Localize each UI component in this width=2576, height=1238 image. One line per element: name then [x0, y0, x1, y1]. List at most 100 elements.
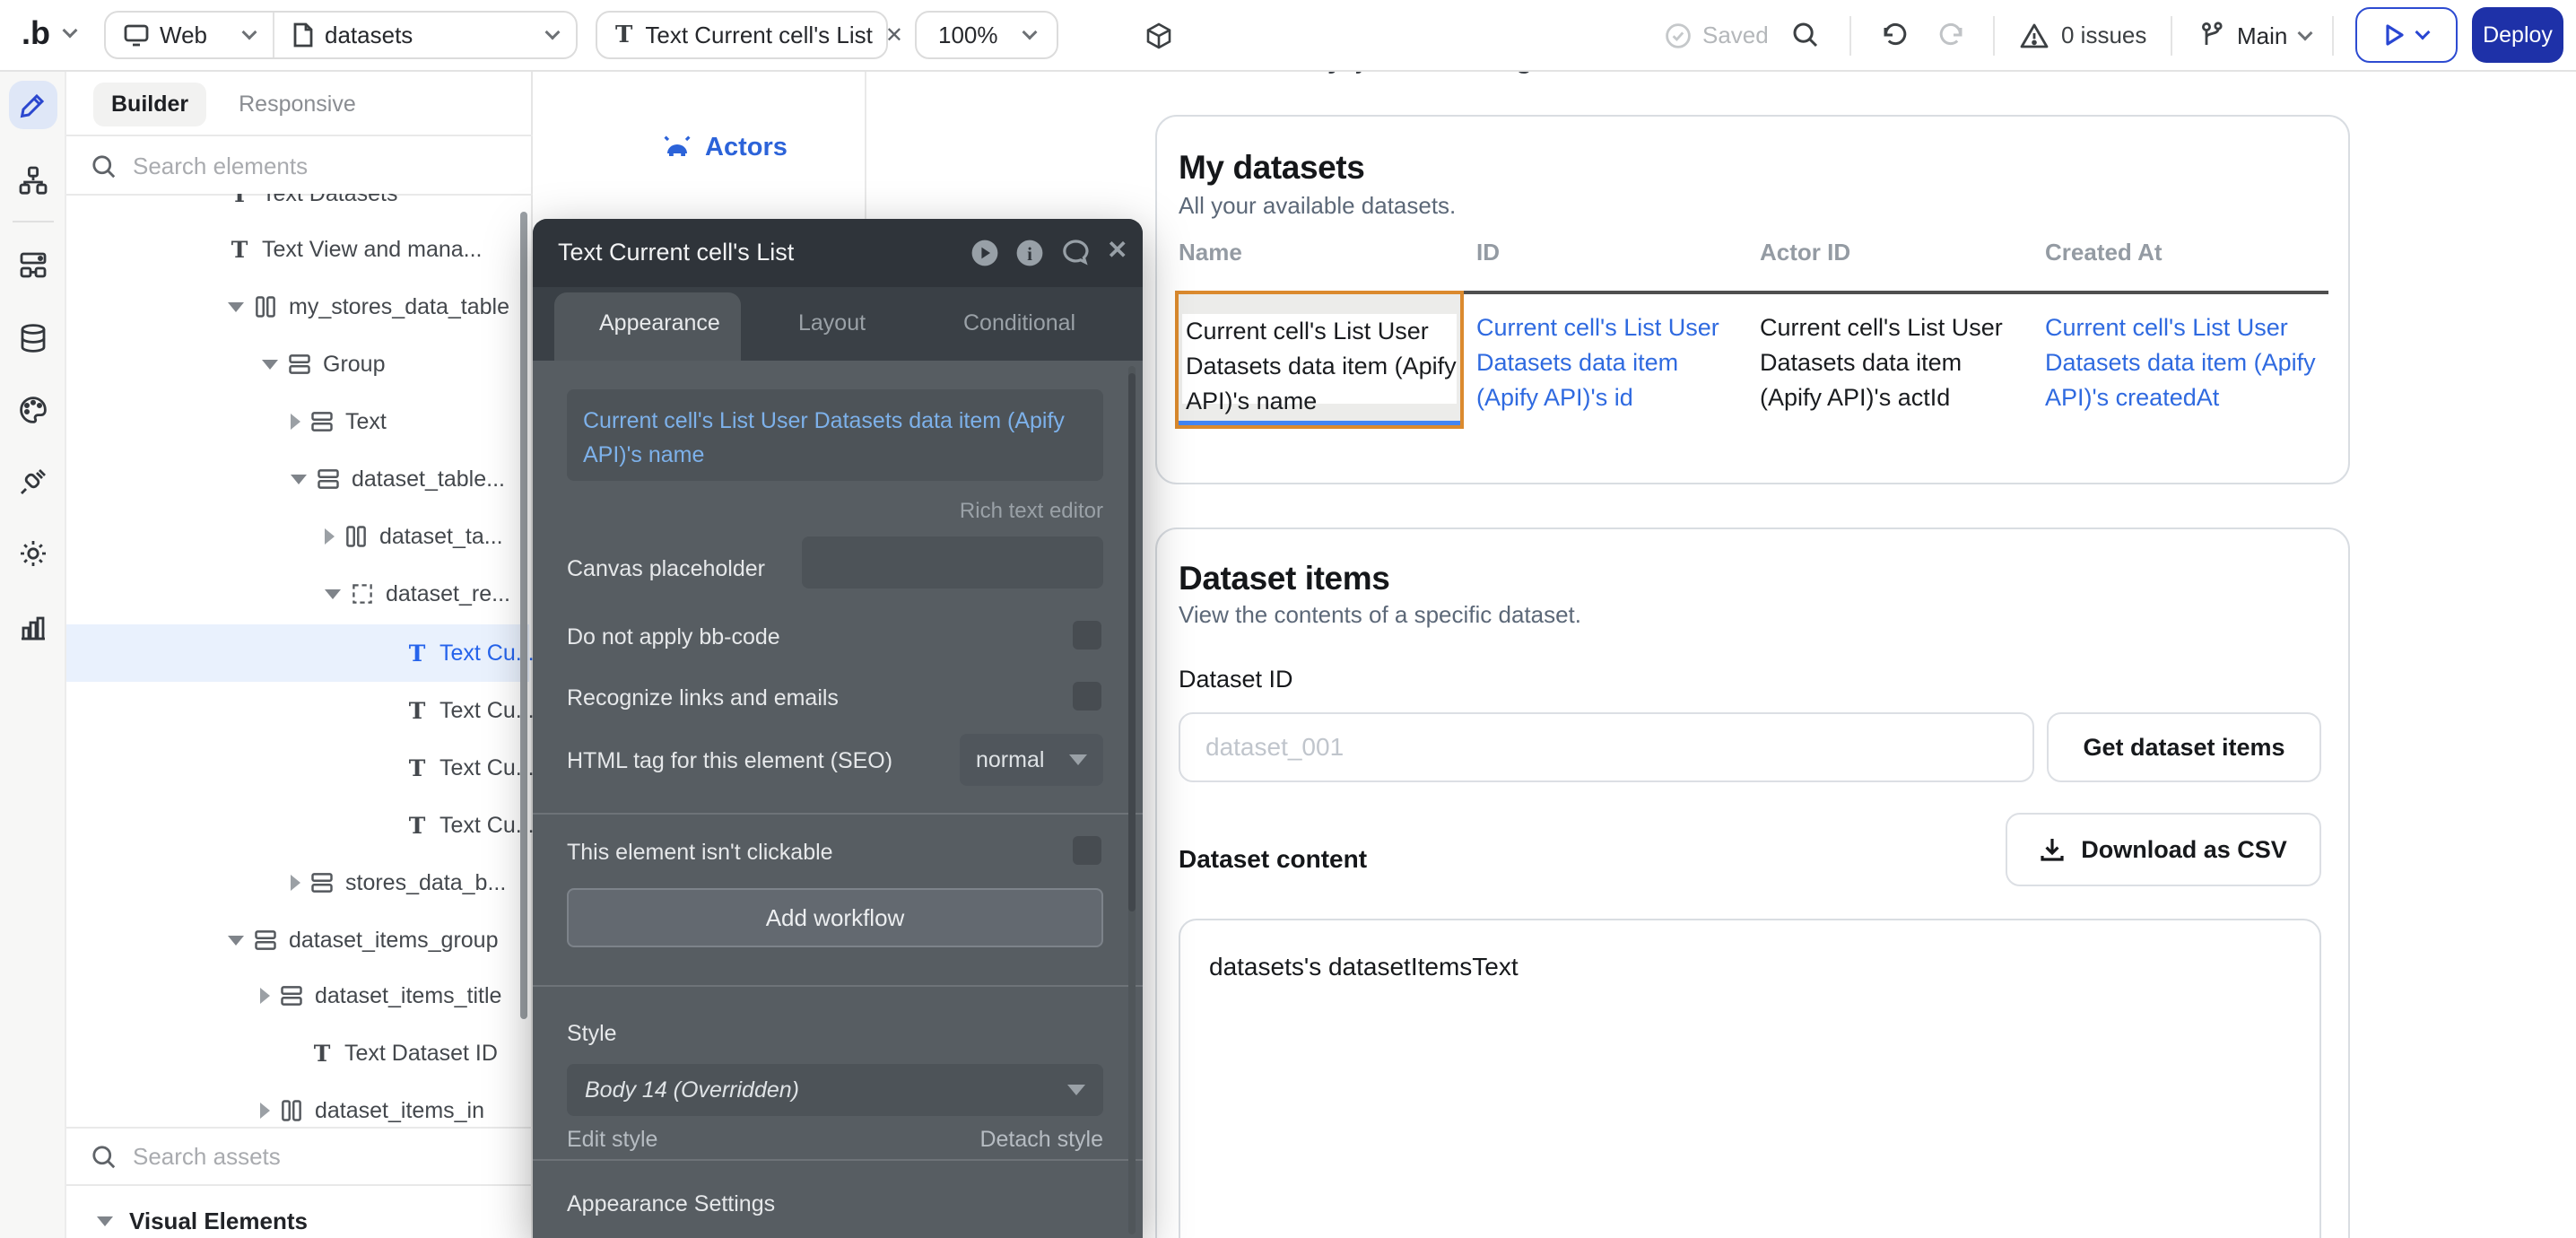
search-elements-input[interactable]: [133, 153, 438, 180]
tree-item[interactable]: TText Cu...: [66, 739, 529, 797]
tree-item[interactable]: dataset_ta...: [66, 508, 529, 565]
divider: [2332, 16, 2334, 56]
palette-icon[interactable]: [18, 395, 48, 425]
pencil-design-icon[interactable]: [18, 90, 48, 120]
branch-selector[interactable]: Main: [2199, 22, 2311, 50]
info-icon[interactable]: i: [1015, 239, 1044, 275]
detach-style-link[interactable]: Detach style: [979, 1127, 1103, 1153]
redo-icon[interactable]: [1937, 22, 1966, 48]
tree-item[interactable]: dataset_re...: [66, 565, 529, 623]
rich-text-editor-link[interactable]: Rich text editor: [960, 499, 1103, 524]
workflow-blocks-icon[interactable]: [18, 249, 48, 280]
search-elements[interactable]: [91, 153, 438, 180]
content-expression-box[interactable]: Current cell's List User Datasets data i…: [567, 389, 1103, 481]
plugin-icon[interactable]: [18, 466, 48, 497]
tree-item[interactable]: dataset_table...: [66, 450, 529, 508]
tab-layout[interactable]: Layout: [798, 310, 866, 336]
bbcode-checkbox[interactable]: [1073, 621, 1101, 650]
close-icon[interactable]: ✕: [885, 22, 903, 48]
tree-item[interactable]: TText Dataset ID: [66, 1024, 529, 1082]
tree-item[interactable]: dataset_items_in: [66, 1082, 529, 1123]
tree-item[interactable]: Text: [66, 393, 529, 450]
dataset-content-value: datasets's datasetItemsText: [1209, 953, 1519, 981]
tab-appearance[interactable]: Appearance: [599, 310, 720, 336]
visual-elements-label: Visual Elements: [129, 1207, 308, 1235]
undo-icon[interactable]: [1880, 22, 1909, 48]
actors-nav-link[interactable]: Actors: [664, 131, 788, 164]
canvas-placeholder-label: Canvas placeholder: [567, 556, 765, 582]
divider: [1993, 16, 1995, 56]
tree-item[interactable]: TText View and mana...: [66, 221, 529, 278]
tree-item-selected[interactable]: TText Cu...: [66, 624, 529, 682]
not-clickable-checkbox[interactable]: [1073, 836, 1101, 865]
tab-responsive[interactable]: Responsive: [239, 92, 356, 118]
tree-item[interactable]: dataset_items_title: [66, 967, 529, 1024]
selected-element-outline[interactable]: Current cell's List User Datasets data i…: [1175, 291, 1464, 429]
caret-right-icon: [291, 875, 300, 891]
caret-down-icon: [97, 1216, 113, 1226]
search-assets-input[interactable]: [133, 1143, 438, 1171]
preview-element-icon[interactable]: [970, 239, 999, 275]
download-icon: [2040, 837, 2065, 862]
dataset-content-label: Dataset content: [1179, 845, 1367, 874]
device-label: Web: [160, 22, 207, 49]
table-cell-id[interactable]: Current cell's List User Datasets data i…: [1476, 310, 1731, 415]
divider: [533, 813, 1143, 815]
search-assets[interactable]: [91, 1143, 438, 1171]
tab-builder[interactable]: Builder: [93, 83, 206, 126]
tab-conditional[interactable]: Conditional: [963, 310, 1075, 336]
links-checkbox[interactable]: [1073, 682, 1101, 711]
my-datasets-subtitle: All your available datasets.: [1179, 192, 1456, 220]
tree-item[interactable]: my_stores_data_table: [66, 278, 529, 336]
element-tab[interactable]: T Text Current cell's List ✕: [596, 11, 888, 59]
sitemap-icon[interactable]: [18, 165, 48, 196]
rail-divider: [13, 221, 54, 222]
visual-elements-section[interactable]: Visual Elements: [97, 1207, 308, 1235]
toolbar: .b Web datasets T Text Current c: [0, 0, 2576, 72]
page-icon: [292, 22, 314, 48]
add-workflow-button[interactable]: Add workflow: [567, 888, 1103, 947]
content-expression: Current cell's List User Datasets data i…: [583, 408, 1065, 467]
inspector-title: Text Current cell's List: [558, 239, 794, 266]
canvas-placeholder-input[interactable]: [802, 536, 1103, 588]
bubble-logo-menu[interactable]: .b: [22, 14, 75, 52]
table-cell-created-at[interactable]: Current cell's List User Datasets data i…: [2045, 310, 2332, 415]
download-csv-button[interactable]: Download as CSV: [2006, 813, 2321, 886]
issues-indicator[interactable]: 0 issues: [2020, 22, 2146, 49]
comment-icon[interactable]: [1060, 239, 1091, 275]
close-icon[interactable]: ✕: [1107, 235, 1127, 265]
tree-item[interactable]: TText Cu...: [66, 797, 529, 854]
tree-item[interactable]: stores_data_b...: [66, 854, 529, 911]
style-dropdown[interactable]: Body 14 (Overridden): [567, 1064, 1103, 1116]
component-cube-icon[interactable]: [1144, 22, 1173, 50]
saved-label: Saved: [1702, 22, 1769, 49]
device-selector[interactable]: Web: [106, 13, 273, 57]
caret-right-icon: [260, 988, 270, 1004]
bar-chart-icon[interactable]: [18, 612, 48, 642]
not-clickable-label: This element isn't clickable: [567, 840, 833, 866]
page-selector[interactable]: datasets: [274, 13, 576, 57]
inspector-header[interactable]: Text Current cell's List i ✕: [533, 219, 1143, 287]
tree-scrollbar[interactable]: [520, 212, 527, 1019]
get-dataset-items-button[interactable]: Get dataset items: [2047, 712, 2321, 782]
table-cell-name[interactable]: Current cell's List User Datasets data i…: [1182, 314, 1457, 404]
edit-style-link[interactable]: Edit style: [567, 1127, 657, 1153]
zoom-selector[interactable]: 100%: [915, 11, 1058, 59]
tree-item[interactable]: dataset_items_group: [66, 911, 529, 969]
deploy-button[interactable]: Deploy: [2472, 7, 2563, 63]
caret-down-icon: [325, 589, 341, 599]
database-icon[interactable]: [18, 323, 48, 353]
tree-item[interactable]: TText Cu...: [66, 682, 529, 739]
links-label: Recognize links and emails: [567, 685, 839, 711]
inspector-scrollbar[interactable]: [1128, 373, 1136, 911]
search-icon[interactable]: [1792, 22, 1819, 48]
gear-icon[interactable]: [18, 538, 48, 569]
html-tag-dropdown[interactable]: normal: [960, 734, 1103, 786]
table-cell-actor-id[interactable]: Current cell's List User Datasets data i…: [1760, 310, 2015, 415]
dataset-id-input[interactable]: [1179, 712, 2034, 782]
bubble-logo: .b: [22, 14, 50, 52]
caret-right-icon: [325, 528, 335, 545]
tree-item[interactable]: Group: [66, 336, 529, 393]
tree-item[interactable]: TText Datasets: [66, 194, 529, 222]
preview-button[interactable]: [2355, 7, 2458, 63]
